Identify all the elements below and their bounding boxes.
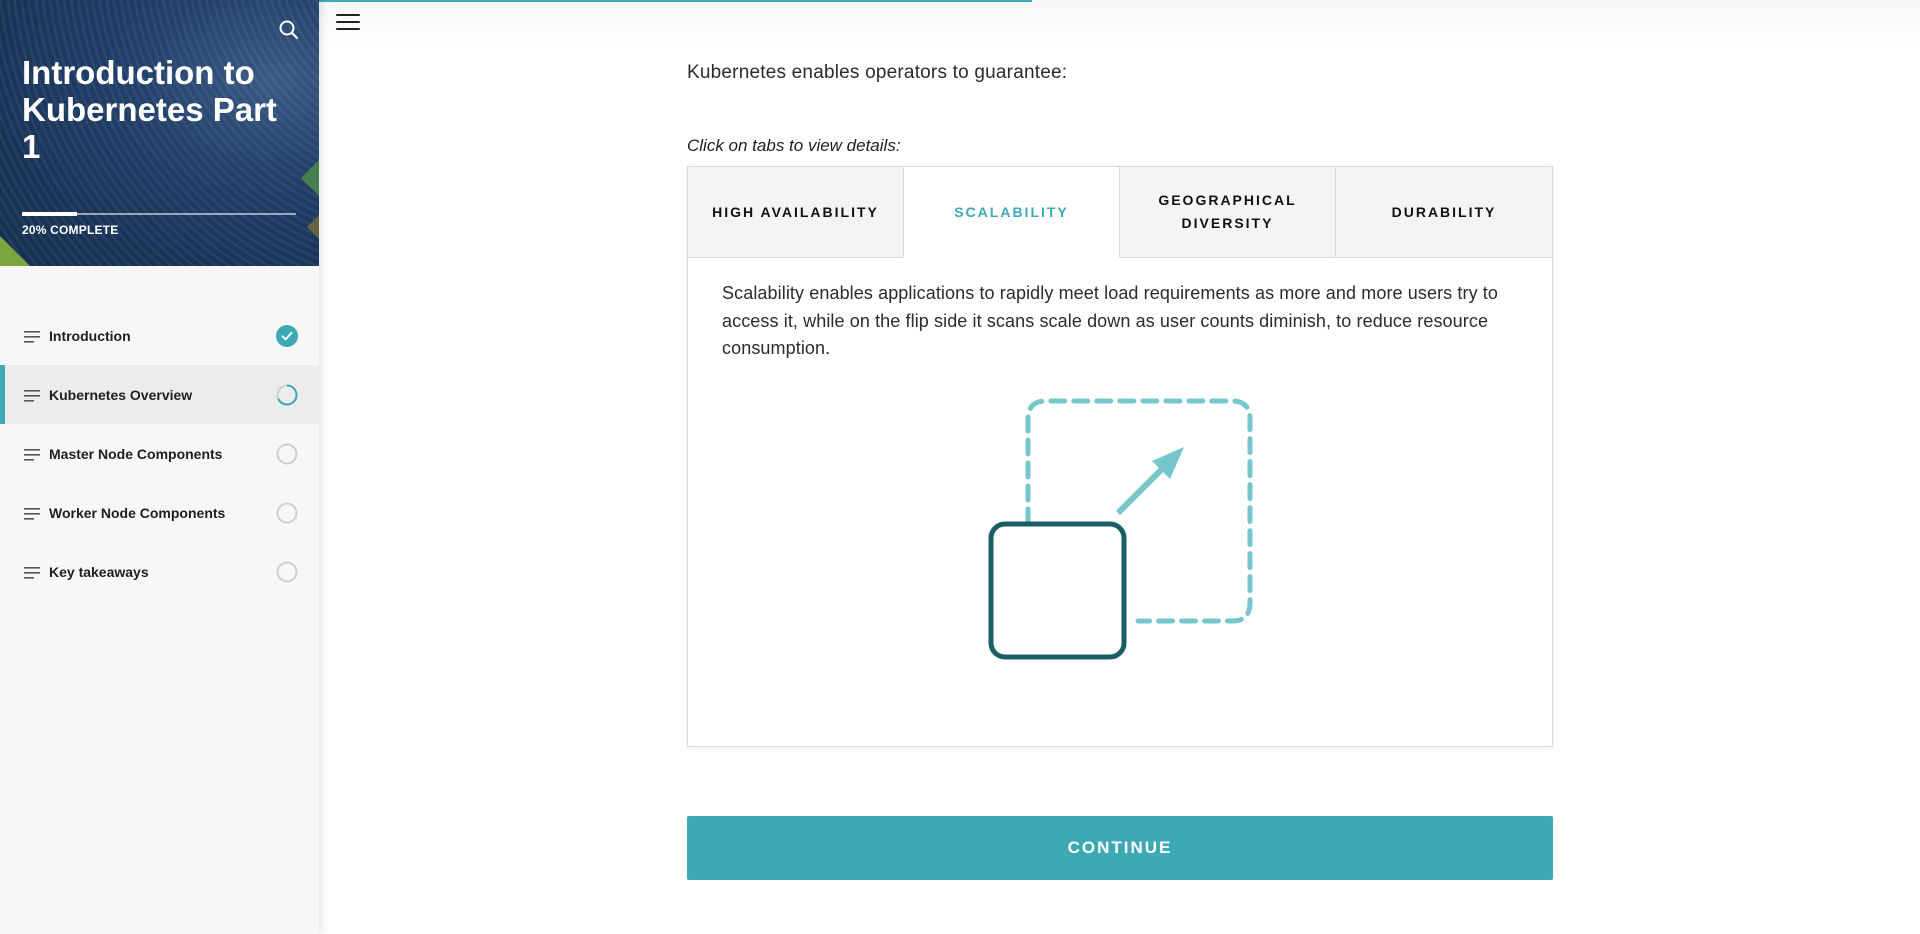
lines-icon	[24, 507, 40, 520]
intro-text: Kubernetes enables operators to guarante…	[687, 62, 1068, 83]
lines-icon	[24, 389, 40, 402]
lines-icon	[24, 330, 40, 343]
tab-durability[interactable]: DURABILITY	[1336, 167, 1552, 258]
hamburger-menu-icon[interactable]	[336, 14, 360, 34]
course-progress-bar	[22, 212, 296, 216]
tab-geographical-diversity[interactable]: GEOGRAPHICAL DIVERSITY	[1120, 167, 1336, 258]
header-decoration	[0, 236, 30, 266]
tab-high-availability[interactable]: HIGH AVAILABILITY	[688, 167, 904, 258]
course-progress-fill	[22, 212, 77, 216]
lines-icon	[24, 448, 40, 461]
header-decoration	[301, 160, 319, 196]
lesson-progress-bar	[319, 0, 1032, 2]
tab-panel: Scalability enables applications to rapi…	[688, 258, 1552, 363]
course-header: Introduction to Kubernetes Part 1 20% CO…	[0, 0, 319, 266]
lesson-content: Kubernetes enables operators to guarante…	[319, 0, 1920, 934]
empty-circle-icon	[276, 502, 298, 524]
continue-button[interactable]: CONTINUE	[687, 816, 1553, 880]
empty-circle-icon	[276, 561, 298, 583]
tabs-instruction: Click on tabs to view details:	[687, 136, 901, 155]
course-title: Introduction to Kubernetes Part 1	[22, 54, 277, 165]
tab-scalability[interactable]: SCALABILITY	[904, 167, 1120, 258]
tab-list: HIGH AVAILABILITY SCALABILITY GEOGRAPHIC…	[688, 167, 1552, 258]
scale-up-icon	[988, 398, 1253, 660]
check-circle-icon	[276, 324, 298, 347]
sidebar-item-master-node-components[interactable]: Master Node Components	[0, 424, 319, 483]
progress-ring-icon	[276, 384, 298, 406]
tab-panel-text: Scalability enables applications to rapi…	[722, 283, 1498, 358]
header-decoration	[307, 215, 319, 239]
tabs-block: HIGH AVAILABILITY SCALABILITY GEOGRAPHIC…	[687, 166, 1553, 747]
sidebar-item-worker-node-components[interactable]: Worker Node Components	[0, 483, 319, 542]
lesson-list: Introduction Kubernetes Overview Master …	[0, 306, 319, 601]
sidebar-item-kubernetes-overview[interactable]: Kubernetes Overview	[0, 365, 319, 424]
course-progress-label: 20% COMPLETE	[22, 223, 119, 237]
course-sidebar: Introduction to Kubernetes Part 1 20% CO…	[0, 0, 319, 934]
sidebar-item-key-takeaways[interactable]: Key takeaways	[0, 542, 319, 601]
lines-icon	[24, 566, 40, 579]
search-icon[interactable]	[277, 18, 301, 42]
sidebar-item-introduction[interactable]: Introduction	[0, 306, 319, 365]
top-bar	[319, 0, 1920, 45]
empty-circle-icon	[276, 443, 298, 465]
